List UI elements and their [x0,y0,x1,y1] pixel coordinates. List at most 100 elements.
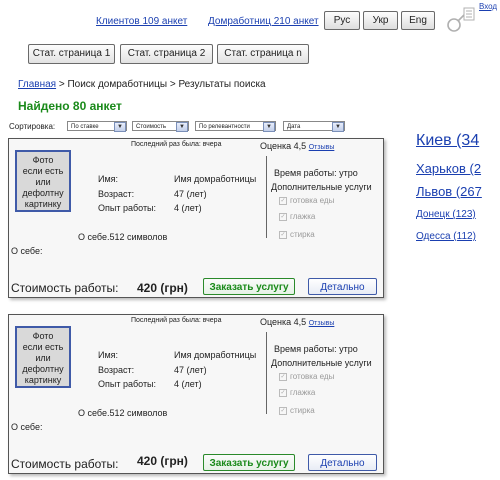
photo-text-line: или [35,177,51,187]
chevron-down-icon: ▼ [263,122,275,132]
static-page-1-button[interactable]: Стат. страница 1 [28,44,115,64]
service-ironing-checkbox[interactable]: ✓ глажка [279,388,315,397]
photo-text-line: если есть [22,342,64,352]
breadcrumb: Главная > Поиск домработницы > Результат… [18,79,266,90]
profile-photo-placeholder[interactable]: Фото если есть или дефолтну картинку [15,150,71,212]
rating-value: Оценка 4,5 [260,141,307,151]
order-service-button[interactable]: Заказать услугу [203,454,295,471]
about-label: О себе: [11,246,43,256]
photo-text-line: картинку [24,375,62,385]
details-button[interactable]: Детально [308,454,377,471]
service-label: готовка еды [290,196,335,205]
rating-value: Оценка 4,5 [260,317,307,327]
about-summary: О себе.512 символов [78,232,168,242]
photo-text-line: или [35,353,51,363]
photo-text-line: Фото [32,331,54,341]
age-label: Возраст: [98,189,135,199]
about-label: О себе: [11,422,43,432]
service-cooking-checkbox[interactable]: ✓ готовка еды [279,372,334,381]
cost-label: Стоимость работы: [11,457,119,471]
name-value: Имя домработницы [174,350,257,360]
service-label: глажка [290,212,316,221]
checkmark-icon: ✓ [279,406,287,415]
static-page-n-button[interactable]: Стат. страница n [217,44,309,64]
reviews-link[interactable]: Отзывы [309,144,335,151]
clients-link[interactable]: Клиентов 109 анкет [96,16,187,27]
card-divider [266,156,267,238]
city-link-kharkiv[interactable]: Харьков (2 [416,161,481,176]
sort-relevance-select[interactable]: По релевантности ▼ [195,121,276,132]
city-link-donetsk[interactable]: Донецк (123) [416,209,476,220]
reviews-link[interactable]: Отзывы [309,320,335,327]
profile-photo-placeholder[interactable]: Фото если есть или дефолтну картинку [15,326,71,388]
chevron-down-icon: ▼ [114,122,126,132]
experience-value: 4 (лет) [174,203,202,213]
checkmark-icon: ✓ [279,196,287,205]
photo-text-line: картинку [24,199,62,209]
last-seen: Последний раз была: вчера [131,141,222,148]
breadcrumb-separator: > [169,79,176,90]
photo-text-line: если есть [22,166,64,176]
lang-ru-button[interactable]: Рус [324,11,360,30]
lang-en-button[interactable]: Eng [401,11,435,30]
photo-text-line: дефолтну [22,364,64,374]
age-value: 47 (лет) [174,365,207,375]
service-label: стирка [290,406,315,415]
static-page-2-button[interactable]: Стат. страница 2 [120,44,213,64]
service-label: готовка еды [290,372,335,381]
chevron-down-icon: ▼ [176,122,188,132]
extra-services-label: Дополнительные услуги [271,358,372,368]
sort-cost-value: Стоимость [136,124,167,130]
price-value: 420 (грн) [137,281,188,295]
breadcrumb-search: Поиск домработницы [67,79,168,90]
checkmark-icon: ✓ [279,230,287,239]
experience-label: Опыт работы: [98,379,157,389]
rating: Оценка 4,5 Отзывы [260,317,334,327]
last-seen: Последний раз была: вчера [131,317,222,324]
lang-ua-button[interactable]: Укр [363,11,398,30]
sort-rate-value: По ставке [71,124,99,130]
work-time: Время работы: утро [274,168,358,178]
service-label: глажка [290,388,316,397]
city-link-lviv[interactable]: Львов (267 [416,184,482,199]
service-ironing-checkbox[interactable]: ✓ глажка [279,212,315,221]
service-label: стирка [290,230,315,239]
profile-card: Фото если есть или дефолтну картинку Пос… [8,314,384,474]
experience-label: Опыт работы: [98,203,157,213]
service-laundry-checkbox[interactable]: ✓ стирка [279,230,315,239]
sort-rate-select[interactable]: По ставке ▼ [67,121,127,132]
sort-relevance-value: По релевантности [199,124,250,130]
breadcrumb-separator: > [58,79,65,90]
service-laundry-checkbox[interactable]: ✓ стирка [279,406,315,415]
sort-date-value: Дата [287,124,301,130]
results-count: Найдено 80 анкет [18,99,122,113]
breadcrumb-results: Результаты поиска [178,79,266,90]
name-label: Имя: [98,350,119,360]
photo-text-line: дефолтну [22,188,64,198]
price-value: 420 (грн) [137,454,188,468]
age-value: 47 (лет) [174,189,207,199]
about-summary: О себе.512 символов [78,408,168,418]
sort-cost-select[interactable]: Стоимость ▼ [132,121,189,132]
name-label: Имя: [98,174,119,184]
sort-date-select[interactable]: Дата ▼ [283,121,345,132]
cost-label: Стоимость работы: [11,281,119,295]
order-service-button[interactable]: Заказать услугу [203,278,295,295]
service-cooking-checkbox[interactable]: ✓ готовка еды [279,196,334,205]
login-link[interactable]: Вход [479,2,497,11]
experience-value: 4 (лет) [174,379,202,389]
rating: Оценка 4,5 Отзывы [260,141,334,151]
extra-services-label: Дополнительные услуги [271,182,372,192]
breadcrumb-home-link[interactable]: Главная [18,79,56,90]
city-link-odesa[interactable]: Одесса (112) [416,231,476,242]
checkmark-icon: ✓ [279,372,287,381]
key-icon[interactable] [444,6,478,34]
checkmark-icon: ✓ [279,388,287,397]
card-divider [266,332,267,414]
sort-label: Сортировка: [9,122,56,131]
work-time: Время работы: утро [274,344,358,354]
details-button[interactable]: Детально [308,278,377,295]
housekeepers-link[interactable]: Домработниц 210 анкет [208,16,319,27]
city-link-kyiv[interactable]: Киев (34 [416,132,479,150]
name-value: Имя домработницы [174,174,257,184]
